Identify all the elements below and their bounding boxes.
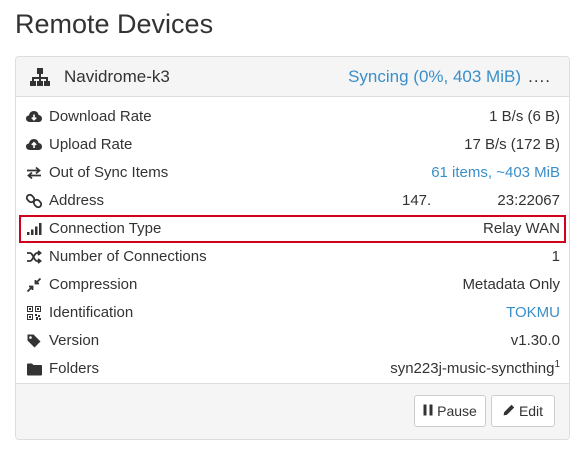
row-upload-rate: Upload Rate 17 B/s (172 B) (16, 131, 569, 159)
device-panel-heading[interactable]: Navidrome-k3 Syncing (0%, 403 MiB) .... (16, 57, 569, 97)
row-label: Address (49, 192, 105, 209)
row-version: Version v1.30.0 (16, 327, 569, 355)
pencil-icon (503, 403, 515, 419)
row-value: syn223j-music-syncthing1 (390, 359, 560, 379)
row-number-of-connections: Number of Connections 1 (16, 243, 569, 271)
address-part: 147. (402, 192, 432, 209)
cloud-download-icon (26, 109, 42, 125)
device-panel: Navidrome-k3 Syncing (0%, 403 MiB) .... … (15, 56, 570, 440)
identification-link[interactable]: TOKMU (506, 303, 560, 323)
row-value: Relay WAN (483, 220, 560, 237)
row-value: 1 (551, 248, 560, 265)
row-address: Address 147. 23:22067 (16, 187, 569, 215)
row-label: Number of Connections (49, 248, 207, 265)
row-label: Compression (49, 276, 138, 293)
compress-icon (26, 277, 42, 293)
row-label: Version (49, 332, 100, 349)
pause-label: Pause (437, 403, 477, 419)
row-label: Upload Rate (49, 136, 133, 153)
device-network-icon (30, 67, 50, 87)
row-value: Metadata Only (462, 276, 560, 293)
qrcode-icon (26, 305, 42, 321)
row-label: Download Rate (49, 108, 152, 125)
row-label: Connection Type (49, 220, 162, 237)
row-value: v1.30.0 (510, 332, 560, 349)
folder-count: 1 (554, 359, 560, 370)
folder-name[interactable]: syn223j-music-syncthing (390, 360, 554, 377)
edit-label: Edit (518, 403, 544, 419)
device-panel-footer: Pause Edit (16, 383, 569, 439)
signal-bars-icon (26, 221, 42, 237)
row-label: Out of Sync Items (49, 164, 169, 181)
row-download-rate: Download Rate 1 B/s (6 B) (16, 103, 569, 131)
row-out-of-sync: Out of Sync Items 61 items, ~403 MiB (16, 159, 569, 187)
row-folders: Folders syn223j-music-syncthing1 (16, 355, 569, 383)
device-name: Navidrome-k3 (64, 67, 170, 86)
device-info-table: Download Rate 1 B/s (6 B) Upload Rate 17… (16, 103, 569, 383)
row-label: Folders (49, 360, 100, 377)
row-label: Identification (49, 304, 134, 321)
row-identification: Identification TOKMU (16, 299, 569, 327)
row-value: 1 B/s (6 B) (489, 108, 560, 125)
pause-button[interactable]: Pause (414, 395, 486, 427)
device-sync-status: Syncing (0%, 403 MiB) (348, 67, 521, 86)
row-value: 23:22067 (497, 192, 560, 209)
cloud-upload-icon (26, 137, 42, 153)
row-compression: Compression Metadata Only (16, 271, 569, 299)
shuffle-icon (26, 249, 42, 265)
page-title: Remote Devices (15, 9, 214, 39)
row-connection-type: Connection Type Relay WAN (19, 215, 566, 243)
exchange-arrows-icon (26, 165, 42, 181)
tag-icon (26, 333, 42, 349)
folder-icon (26, 361, 42, 377)
pause-icon (423, 403, 433, 419)
link-icon (26, 193, 42, 209)
edit-button[interactable]: Edit (491, 395, 555, 427)
out-of-sync-link[interactable]: 61 items, ~403 MiB (431, 163, 560, 183)
row-value: 17 B/s (172 B) (464, 136, 560, 153)
device-status-more: .... (528, 67, 551, 86)
